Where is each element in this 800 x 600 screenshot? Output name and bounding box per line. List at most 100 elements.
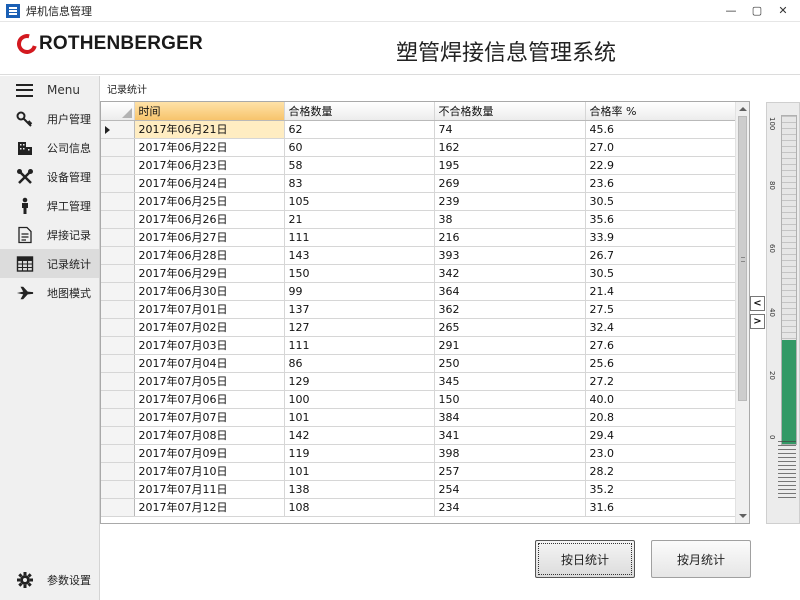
cell-qualified[interactable]: 143 [284,246,435,265]
row-header[interactable] [101,480,135,499]
cell-qualified[interactable]: 62 [284,120,435,139]
table-row[interactable]: 2017年06月23日 58 195 22.9 [101,156,736,175]
cell-time[interactable]: 2017年06月25日 [134,192,285,211]
table-row[interactable]: 2017年07月01日 137 362 27.5 [101,300,736,319]
cell-unqualified[interactable]: 364 [434,282,586,301]
cell-pass-rate[interactable]: 29.4 [585,426,736,445]
cell-qualified[interactable]: 105 [284,192,435,211]
row-header[interactable] [101,228,135,247]
menu-toggle[interactable]: Menu [0,76,99,104]
cell-unqualified[interactable]: 398 [434,444,586,463]
cell-time[interactable]: 2017年07月08日 [134,426,285,445]
cell-qualified[interactable]: 142 [284,426,435,445]
cell-qualified[interactable]: 21 [284,210,435,229]
cell-unqualified[interactable]: 345 [434,372,586,391]
table-row[interactable]: 2017年07月04日 86 250 25.6 [101,354,736,373]
cell-unqualified[interactable]: 291 [434,336,586,355]
cell-qualified[interactable]: 127 [284,318,435,337]
cell-time[interactable]: 2017年07月07日 [134,408,285,427]
cell-time[interactable]: 2017年07月05日 [134,372,285,391]
cell-pass-rate[interactable]: 35.2 [585,480,736,499]
row-header[interactable] [101,300,135,319]
column-header-unqualified[interactable]: 不合格数量 [434,102,586,121]
cell-time[interactable]: 2017年07月12日 [134,498,285,517]
row-header[interactable] [101,426,135,445]
cell-pass-rate[interactable]: 25.6 [585,354,736,373]
cell-unqualified[interactable]: 362 [434,300,586,319]
cell-pass-rate[interactable]: 40.0 [585,390,736,409]
cell-time[interactable]: 2017年06月27日 [134,228,285,247]
cell-qualified[interactable]: 129 [284,372,435,391]
cell-pass-rate[interactable]: 27.5 [585,300,736,319]
cell-unqualified[interactable]: 269 [434,174,586,193]
select-all-corner[interactable] [101,102,135,121]
cell-unqualified[interactable]: 341 [434,426,586,445]
cell-pass-rate[interactable]: 27.0 [585,138,736,157]
cell-pass-rate[interactable]: 32.4 [585,318,736,337]
cell-pass-rate[interactable]: 26.7 [585,246,736,265]
cell-qualified[interactable]: 119 [284,444,435,463]
cell-time[interactable]: 2017年06月30日 [134,282,285,301]
table-row[interactable]: 2017年06月30日 99 364 21.4 [101,282,736,301]
cell-time[interactable]: 2017年07月10日 [134,462,285,481]
cell-qualified[interactable]: 58 [284,156,435,175]
sidebar-item-users[interactable]: 用户管理 [0,104,99,133]
row-header[interactable] [101,318,135,337]
row-header[interactable] [101,336,135,355]
sidebar-item-map[interactable]: 地图模式 [0,278,99,307]
cell-pass-rate[interactable]: 45.6 [585,120,736,139]
cell-time[interactable]: 2017年07月11日 [134,480,285,499]
cell-unqualified[interactable]: 239 [434,192,586,211]
row-header[interactable] [101,174,135,193]
cell-qualified[interactable]: 138 [284,480,435,499]
cell-pass-rate[interactable]: 30.5 [585,264,736,283]
table-row[interactable]: 2017年06月25日 105 239 30.5 [101,192,736,211]
cell-unqualified[interactable]: 38 [434,210,586,229]
cell-unqualified[interactable]: 342 [434,264,586,283]
cell-qualified[interactable]: 83 [284,174,435,193]
cell-pass-rate[interactable]: 22.9 [585,156,736,175]
cell-time[interactable]: 2017年06月26日 [134,210,285,229]
table-row[interactable]: 2017年07月12日 108 234 31.6 [101,498,736,517]
cell-pass-rate[interactable]: 27.2 [585,372,736,391]
table-row[interactable]: 2017年06月27日 111 216 33.9 [101,228,736,247]
table-row[interactable]: 2017年06月22日 60 162 27.0 [101,138,736,157]
cell-pass-rate[interactable]: 27.6 [585,336,736,355]
chevron-right-button[interactable]: > [750,314,765,329]
cell-qualified[interactable]: 100 [284,390,435,409]
cell-unqualified[interactable]: 195 [434,156,586,175]
table-row[interactable]: 2017年07月02日 127 265 32.4 [101,318,736,337]
table-row[interactable]: 2017年07月06日 100 150 40.0 [101,390,736,409]
table-row[interactable]: 2017年07月05日 129 345 27.2 [101,372,736,391]
cell-qualified[interactable]: 111 [284,228,435,247]
cell-qualified[interactable]: 101 [284,462,435,481]
cell-qualified[interactable]: 101 [284,408,435,427]
cell-pass-rate[interactable]: 23.6 [585,174,736,193]
daily-stats-button[interactable]: 按日统计 [535,540,635,578]
cell-qualified[interactable]: 111 [284,336,435,355]
row-header[interactable] [101,462,135,481]
cell-time[interactable]: 2017年07月09日 [134,444,285,463]
table-row[interactable]: 2017年06月28日 143 393 26.7 [101,246,736,265]
vertical-scrollbar[interactable] [735,102,749,523]
cell-time[interactable]: 2017年06月29日 [134,264,285,283]
minimize-button[interactable]: — [720,2,742,19]
cell-pass-rate[interactable]: 33.9 [585,228,736,247]
cell-time[interactable]: 2017年07月03日 [134,336,285,355]
cell-qualified[interactable]: 60 [284,138,435,157]
table-row[interactable]: 2017年07月08日 142 341 29.4 [101,426,736,445]
statistics-grid[interactable]: 时间 合格数量 不合格数量 合格率 % 2017年06月21日 62 74 45.6 2… [100,101,750,524]
chevron-left-button[interactable]: < [750,296,765,311]
cell-time[interactable]: 2017年07月06日 [134,390,285,409]
cell-unqualified[interactable]: 234 [434,498,586,517]
row-header[interactable] [101,156,135,175]
row-header[interactable] [101,282,135,301]
cell-unqualified[interactable]: 265 [434,318,586,337]
table-row[interactable]: 2017年07月07日 101 384 20.8 [101,408,736,427]
cell-unqualified[interactable]: 384 [434,408,586,427]
cell-unqualified[interactable]: 150 [434,390,586,409]
table-row[interactable]: 2017年07月10日 101 257 28.2 [101,462,736,481]
scrollbar-thumb[interactable] [738,116,747,401]
row-header[interactable] [101,408,135,427]
cell-qualified[interactable]: 108 [284,498,435,517]
